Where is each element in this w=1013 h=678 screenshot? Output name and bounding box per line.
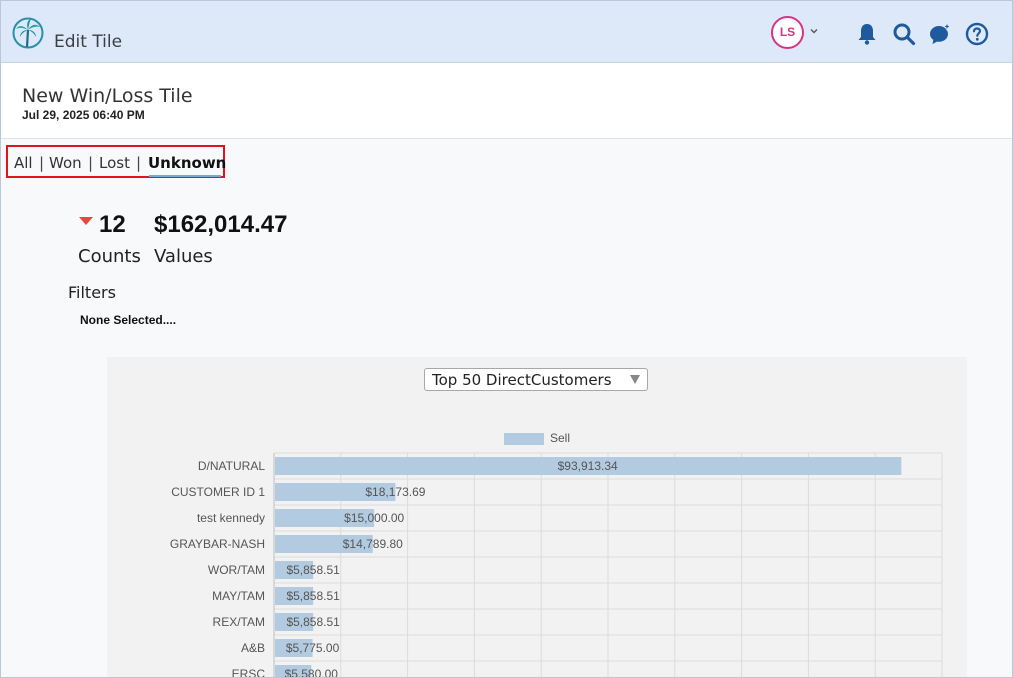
top-bar: Edit Tile LS: [1, 1, 1012, 63]
tile-header: New Win/Loss Tile Jul 29, 2025 06:40 PM: [1, 63, 1012, 139]
count-label: Counts: [78, 246, 141, 267]
data-label: $5,858.51: [286, 615, 340, 629]
category-label: MAY/TAM: [212, 589, 265, 603]
tab-separator: |: [88, 154, 94, 172]
trend-down-icon: [79, 217, 93, 225]
tab-separator: |: [136, 154, 142, 172]
tile-date: Jul 29, 2025 06:40 PM: [22, 108, 145, 122]
legend-swatch: [504, 433, 544, 445]
category-label: test kennedy: [197, 511, 265, 525]
data-label: $5,858.51: [286, 563, 340, 577]
data-label: $18,173.69: [365, 485, 425, 499]
chevron-down-icon[interactable]: [808, 25, 820, 37]
category-label: WOR/TAM: [208, 563, 265, 577]
category-label: REX/TAM: [213, 615, 265, 629]
value-label: Values: [154, 246, 213, 267]
tile-name[interactable]: New Win/Loss Tile: [22, 85, 193, 107]
category-label: A&B: [241, 641, 265, 655]
data-label: $14,789.80: [343, 537, 403, 551]
data-label: $93,913.34: [558, 459, 618, 473]
help-icon[interactable]: [965, 22, 989, 46]
legend-label: Sell: [550, 431, 570, 445]
data-label: $15,000.00: [344, 511, 404, 525]
filters-title: Filters: [68, 283, 116, 302]
category-label: CUSTOMER ID 1: [171, 485, 265, 499]
bar-chart: Sell D/NATURAL $93,913.34 CUSTOMER ID 1 $18,…: [170, 431, 943, 678]
active-tab-underline: [149, 175, 221, 177]
search-icon[interactable]: [892, 22, 916, 46]
app-title: Edit Tile: [54, 32, 123, 52]
chart-panel: Top 50 DirectCustomers Sell D/NATURAL $93,…: [107, 357, 967, 678]
category-label: ERSC: [232, 667, 266, 678]
avatar[interactable]: LS: [771, 16, 804, 49]
app-frame: Edit Tile LS New Win/Loss Tile Jul 29, 2…: [0, 0, 1013, 678]
tab-separator: |: [39, 154, 45, 172]
count-value: 12: [99, 211, 126, 238]
category-label: D/NATURAL: [198, 459, 265, 473]
tab-lost[interactable]: Lost: [99, 154, 130, 172]
data-label: $5,775.00: [286, 641, 340, 655]
win-loss-tabs: All | Won | Lost | Unknown: [6, 145, 226, 178]
data-label: $5,580.00: [285, 667, 339, 678]
palm-tree-logo-icon[interactable]: [12, 16, 44, 50]
category-label: GRAYBAR-NASH: [170, 537, 265, 551]
chat-sparkle-icon[interactable]: [928, 22, 952, 46]
tab-unknown[interactable]: Unknown: [148, 154, 226, 172]
total-value: $162,014.47: [154, 211, 288, 238]
filters-value: None Selected....: [80, 313, 177, 327]
tab-won[interactable]: Won: [49, 154, 82, 172]
data-label: $5,858.51: [286, 589, 340, 603]
bell-icon[interactable]: [855, 22, 879, 46]
tab-all[interactable]: All: [14, 154, 33, 172]
